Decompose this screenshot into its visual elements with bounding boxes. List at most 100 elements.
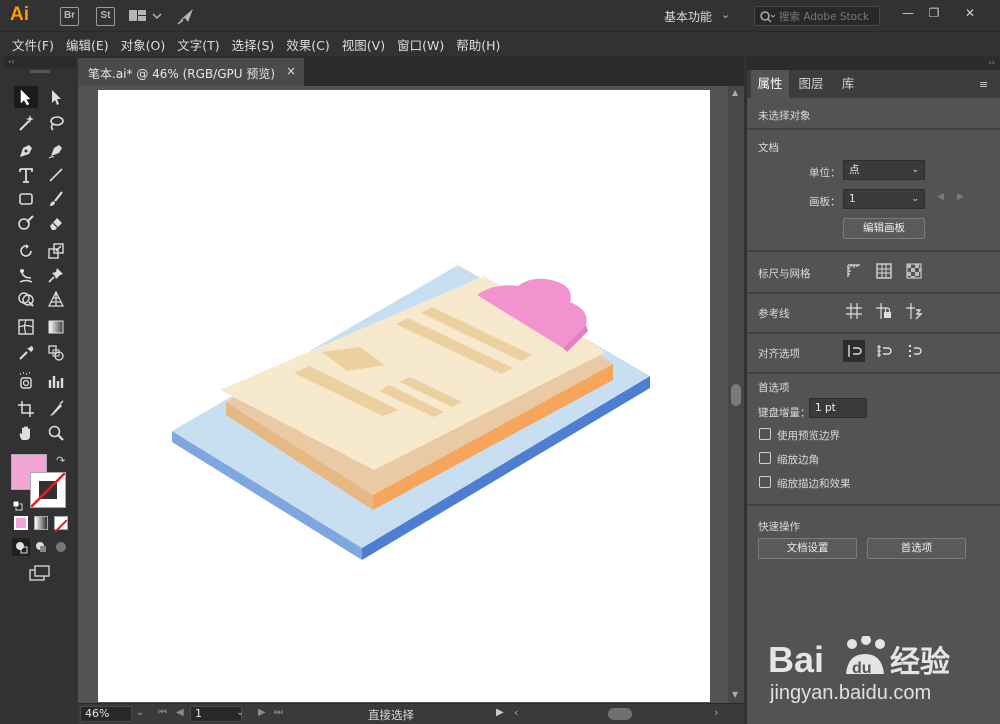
pin-tool[interactable]	[44, 264, 68, 286]
previous-artboard-icon[interactable]: ◀	[937, 192, 944, 202]
rotate-tool[interactable]	[14, 240, 38, 262]
scroll-left-icon[interactable]: ‹	[514, 706, 518, 719]
scale-tool[interactable]	[44, 240, 68, 262]
default-fill-stroke-icon[interactable]	[12, 496, 23, 511]
zoom-level-field[interactable]: 46%	[80, 706, 132, 722]
horizontal-scroll-thumb[interactable]	[608, 708, 632, 720]
scroll-down-icon[interactable]: ▼	[732, 690, 738, 699]
close-button[interactable]: ✕	[958, 6, 982, 22]
pen-tool[interactable]	[14, 140, 38, 162]
document-tab[interactable]: 笔本.ai* @ 46% (RGB/GPU 预览) ×	[78, 58, 304, 86]
minimize-button[interactable]: —	[896, 6, 920, 22]
stock-search-box[interactable]	[754, 6, 880, 26]
eyedropper-tool[interactable]	[14, 342, 38, 364]
snap-to-pixel-icon[interactable]	[873, 340, 895, 362]
menu-object[interactable]: 对象(O)	[115, 35, 172, 54]
panel-grip[interactable]	[30, 70, 50, 73]
canvas-area[interactable]	[78, 86, 728, 703]
draw-inside-icon[interactable]	[52, 538, 70, 556]
next-artboard-icon[interactable]: ▶	[957, 192, 964, 202]
vertical-scrollbar[interactable]: ▲ ▼	[728, 86, 744, 703]
menu-help[interactable]: 帮助(H)	[450, 35, 506, 54]
paintbrush-tool[interactable]	[44, 188, 68, 210]
menu-edit[interactable]: 编辑(E)	[60, 35, 115, 54]
artboard-dropdown-icon[interactable]: ⌄	[236, 707, 244, 718]
document-setup-button[interactable]: 文档设置	[758, 538, 857, 559]
gradient-mode-button[interactable]	[34, 516, 48, 530]
hand-tool[interactable]	[14, 422, 38, 444]
perspective-grid-tool[interactable]	[44, 288, 68, 310]
line-tool[interactable]	[44, 164, 68, 186]
vertical-scroll-thumb[interactable]	[731, 384, 741, 406]
zoom-tool[interactable]	[44, 422, 68, 444]
tab-libraries[interactable]: 库	[833, 70, 863, 98]
tab-layers[interactable]: 图层	[791, 70, 831, 98]
rectangle-tool[interactable]	[14, 188, 38, 210]
menu-effect[interactable]: 效果(C)	[280, 35, 335, 54]
previous-artboard-icon[interactable]: ◀	[176, 707, 184, 718]
blend-tool[interactable]	[44, 342, 68, 364]
screen-mode-icon[interactable]	[28, 564, 52, 582]
scale-strokes-effects-checkbox[interactable]	[759, 476, 771, 488]
smart-guides-icon[interactable]	[903, 300, 925, 322]
transparency-grid-icon[interactable]	[903, 260, 925, 282]
ruler-icon[interactable]	[843, 260, 865, 282]
color-mode-button[interactable]	[14, 516, 28, 530]
show-guides-icon[interactable]	[843, 300, 865, 322]
artboard-tool[interactable]	[14, 398, 38, 420]
gradient-tool[interactable]	[44, 316, 68, 338]
column-graph-tool[interactable]	[44, 370, 68, 392]
direct-selection-tool[interactable]	[44, 86, 68, 108]
first-artboard-icon[interactable]: ⏮	[158, 707, 167, 718]
lasso-tool[interactable]	[44, 112, 68, 134]
edit-artboards-button[interactable]: 编辑画板	[843, 218, 925, 239]
panel-collapse-handle[interactable]: ‹‹	[4, 56, 76, 68]
use-preview-bounds-checkbox[interactable]	[759, 428, 771, 440]
units-select[interactable]: 点 ⌄	[843, 160, 925, 180]
menu-window[interactable]: 窗口(W)	[391, 35, 450, 54]
type-tool[interactable]	[14, 164, 38, 186]
artboard-select[interactable]: 1 ⌄	[843, 189, 925, 209]
draw-behind-icon[interactable]	[32, 538, 50, 556]
scale-corners-checkbox[interactable]	[759, 452, 771, 464]
snap-to-grid-icon[interactable]	[903, 340, 925, 362]
selection-tool[interactable]	[14, 86, 38, 108]
search-input[interactable]	[779, 9, 877, 24]
menu-select[interactable]: 选择(S)	[226, 35, 281, 54]
magic-wand-tool[interactable]	[14, 112, 38, 134]
artboard[interactable]	[98, 90, 710, 702]
snap-to-point-icon[interactable]	[843, 340, 865, 362]
chevron-down-icon[interactable]: ⌄	[721, 8, 730, 21]
zoom-dropdown-icon[interactable]: ⌄	[136, 707, 144, 718]
draw-normal-icon[interactable]	[12, 538, 30, 556]
symbol-sprayer-tool[interactable]	[14, 370, 38, 392]
menu-view[interactable]: 视图(V)	[336, 35, 391, 54]
stroke-swatch[interactable]	[30, 472, 66, 508]
gpu-performance-icon[interactable]	[176, 6, 196, 30]
curvature-tool[interactable]	[44, 140, 68, 162]
menu-file[interactable]: 文件(F)	[6, 35, 60, 54]
workspace-switcher[interactable]: 基本功能	[664, 8, 712, 25]
mesh-tool[interactable]	[14, 316, 38, 338]
panel-menu-icon[interactable]: ≡	[979, 78, 988, 91]
bridge-button[interactable]: Br	[60, 7, 79, 26]
lock-guides-icon[interactable]	[873, 300, 895, 322]
status-menu-icon[interactable]: ▶	[496, 707, 504, 718]
swap-fill-stroke-icon[interactable]: ↷	[56, 454, 65, 467]
stock-button[interactable]: St	[96, 7, 115, 26]
preferences-button[interactable]: 首选项	[867, 538, 966, 559]
slice-tool[interactable]	[44, 398, 68, 420]
close-tab-icon[interactable]: ×	[286, 64, 296, 78]
shaper-tool[interactable]	[14, 212, 38, 234]
artboard-number-field[interactable]: 1	[190, 706, 242, 722]
maximize-button[interactable]: ❐	[922, 6, 946, 22]
grid-icon[interactable]	[873, 260, 895, 282]
eraser-tool[interactable]	[44, 212, 68, 234]
shape-builder-tool[interactable]	[14, 288, 38, 310]
keyboard-increment-input[interactable]: 1 pt	[809, 398, 867, 418]
panel-collapse-handle[interactable]: ››	[747, 56, 1000, 70]
scroll-up-icon[interactable]: ▲	[732, 88, 738, 97]
puppet-warp-tool[interactable]	[14, 264, 38, 286]
next-artboard-icon[interactable]: ▶	[258, 707, 266, 718]
clipboard-illustration[interactable]	[98, 90, 710, 702]
